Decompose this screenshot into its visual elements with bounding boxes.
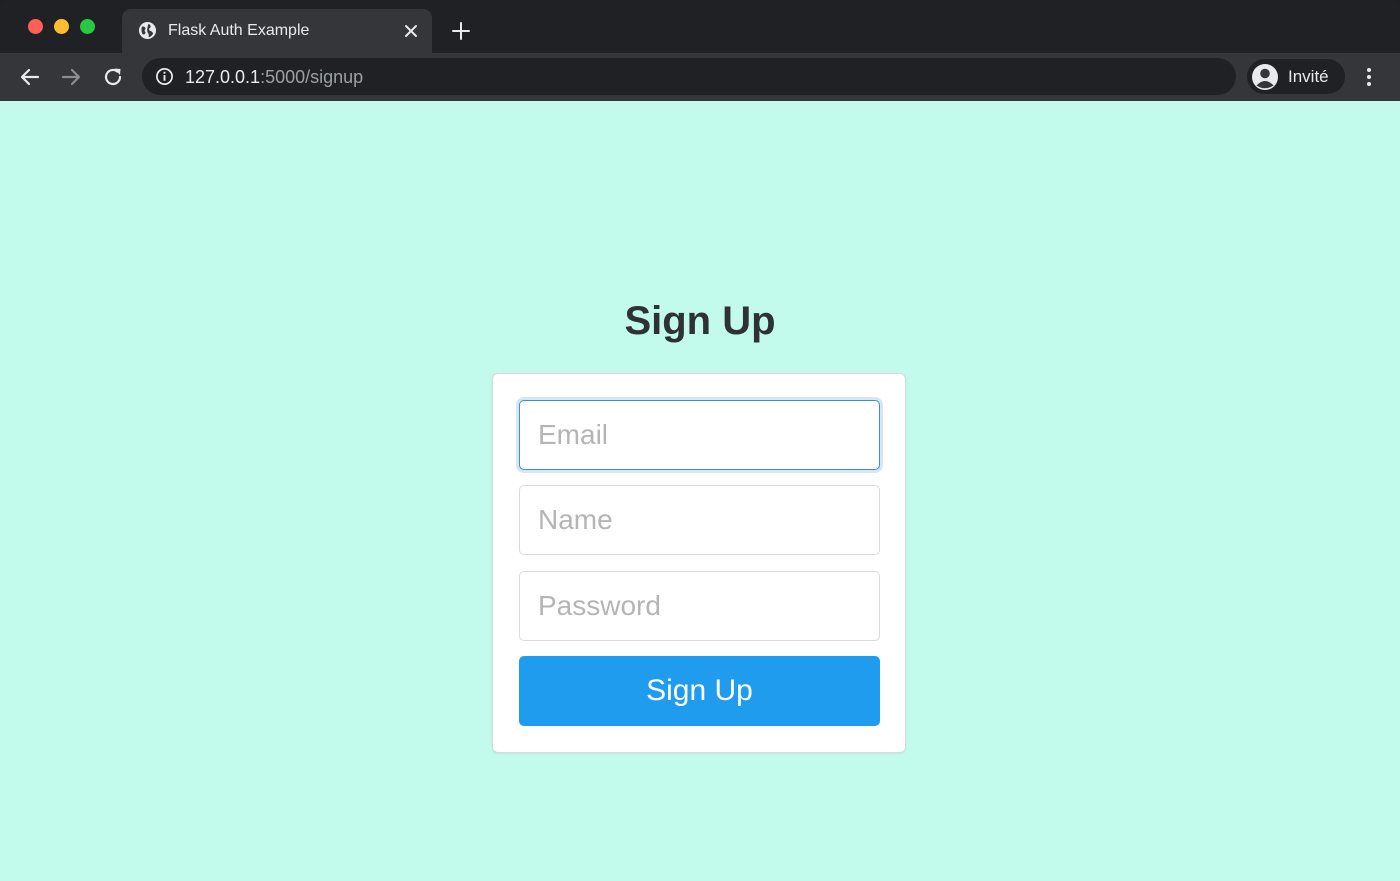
email-field[interactable]	[519, 400, 880, 470]
sign-up-button[interactable]: Sign Up	[519, 656, 880, 726]
maximize-window-button[interactable]	[80, 19, 95, 34]
browser-window: Flask Auth Example 127.0.0.1:5000/signup…	[0, 0, 1400, 881]
close-window-button[interactable]	[28, 19, 43, 34]
name-field[interactable]	[519, 485, 880, 555]
close-tab-icon[interactable]	[402, 22, 420, 40]
browser-toolbar: 127.0.0.1:5000/signup Invité	[0, 53, 1400, 101]
forward-arrow-icon[interactable]	[59, 65, 83, 89]
url-host: 127.0.0.1	[185, 67, 261, 87]
signup-form-card: Sign Up	[492, 373, 906, 753]
page-viewport: Sign Up Sign Up	[0, 101, 1400, 881]
profile-button[interactable]: Invité	[1247, 59, 1345, 94]
url-text: 127.0.0.1:5000/signup	[185, 66, 363, 88]
site-info-icon[interactable]	[155, 67, 174, 86]
globe-icon	[138, 21, 157, 40]
url-path: :5000/signup	[260, 67, 364, 87]
more-menu-icon[interactable]	[1359, 65, 1379, 89]
address-bar[interactable]: 127.0.0.1:5000/signup	[142, 58, 1236, 95]
tab-title: Flask Auth Example	[168, 22, 310, 39]
avatar-icon	[1251, 63, 1279, 91]
minimize-window-button[interactable]	[54, 19, 69, 34]
reload-icon[interactable]	[101, 65, 125, 89]
tab-strip: Flask Auth Example	[0, 0, 1400, 53]
back-arrow-icon[interactable]	[18, 65, 42, 89]
profile-label: Invité	[1288, 67, 1329, 86]
page-title: Sign Up	[624, 299, 776, 343]
new-tab-icon[interactable]	[450, 20, 472, 42]
tab-flask-auth-example[interactable]: Flask Auth Example	[122, 9, 432, 53]
password-field[interactable]	[519, 571, 880, 641]
